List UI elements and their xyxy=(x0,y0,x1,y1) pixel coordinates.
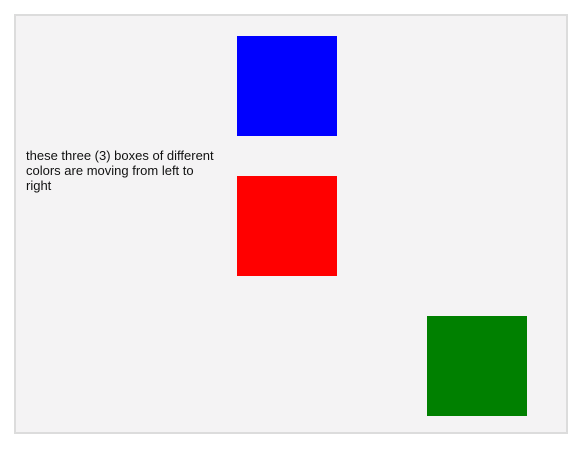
blue-box xyxy=(237,36,337,136)
green-box xyxy=(427,316,527,416)
red-box xyxy=(237,176,337,276)
animation-stage: these three (3) boxes of different color… xyxy=(14,14,568,434)
animation-caption: these three (3) boxes of different color… xyxy=(26,148,214,193)
